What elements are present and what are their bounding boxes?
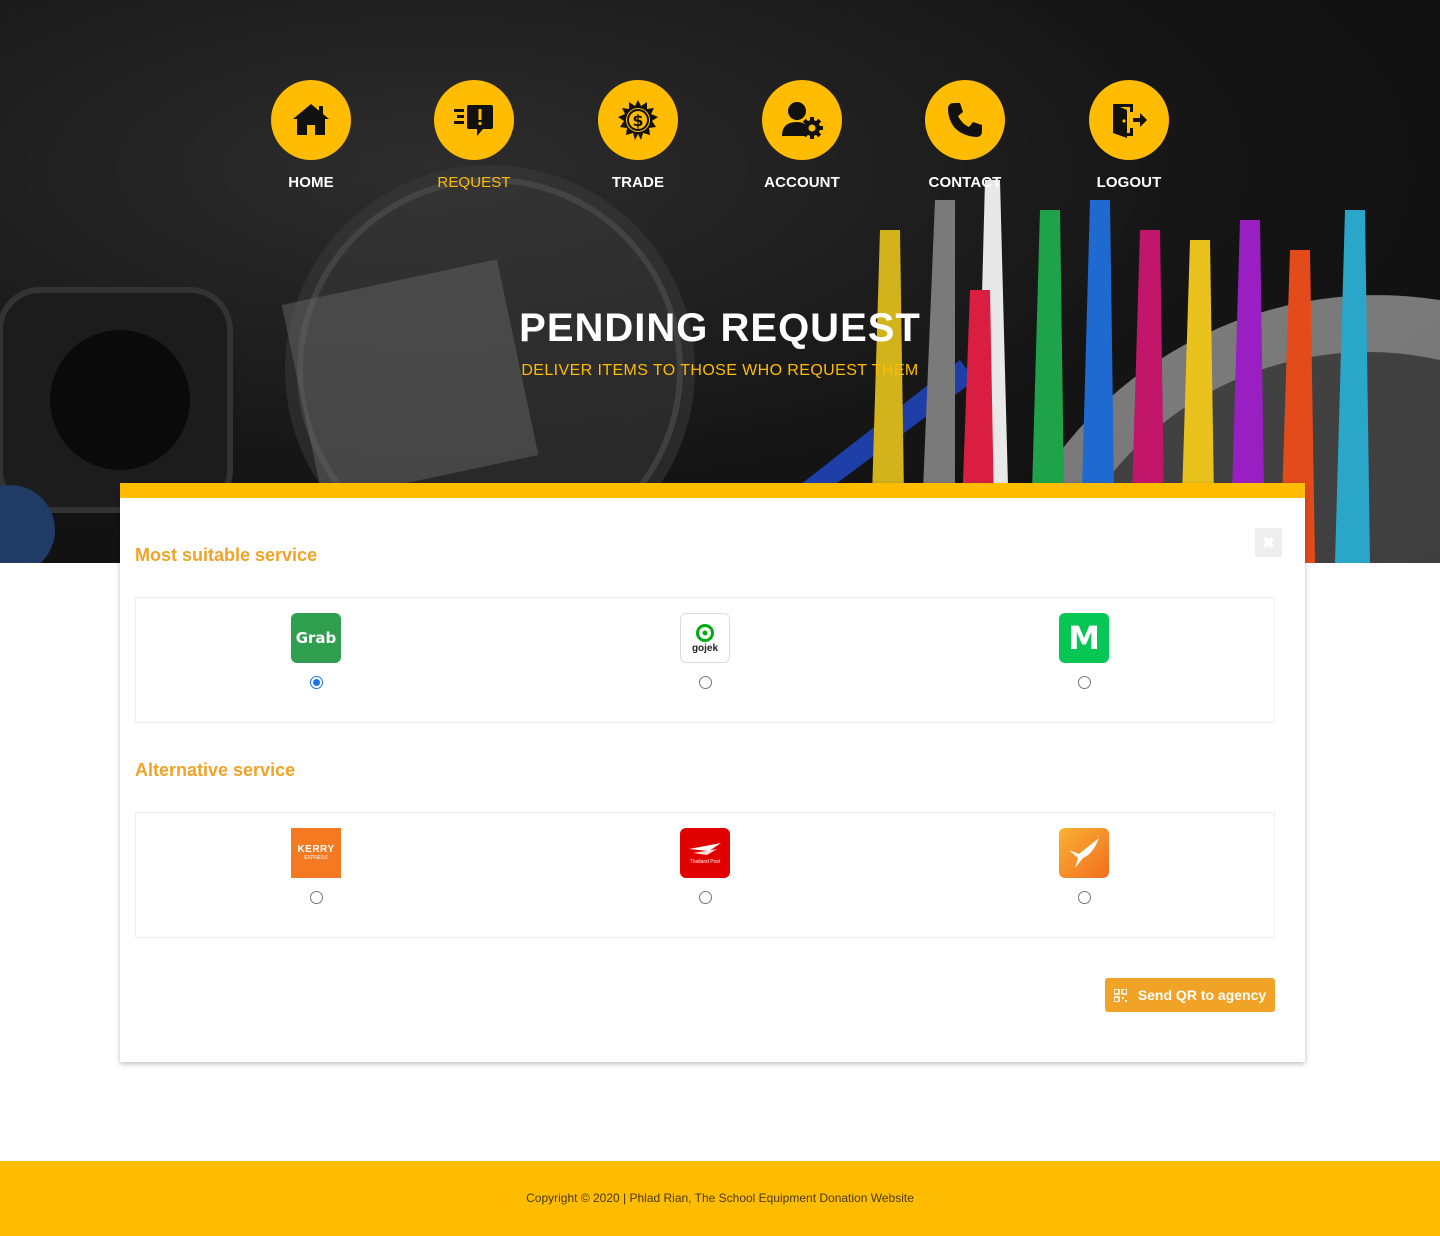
gojek-mark-icon xyxy=(696,623,714,642)
bird-icon xyxy=(1069,838,1099,868)
nav-logout-circle xyxy=(1089,80,1169,160)
kerry-logo-text: KERRY xyxy=(297,844,335,855)
footer: Copyright © 2020 | Phlad Rian, The Schoo… xyxy=(0,1161,1440,1236)
money-gear-icon: $ xyxy=(618,100,658,140)
gojek-radio[interactable] xyxy=(698,676,712,689)
kerry-logo-subtext: EXPRESS xyxy=(304,855,328,861)
option-kerry[interactable]: KERRY EXPRESS xyxy=(286,828,346,904)
close-icon: ✖ xyxy=(1262,534,1275,552)
most-suitable-title: Most suitable service xyxy=(135,545,318,565)
lineman-radio[interactable] xyxy=(1077,676,1091,689)
option-lineman[interactable]: M xyxy=(1054,613,1114,689)
nav-trade-circle: $ xyxy=(598,80,678,160)
home-icon xyxy=(293,104,329,135)
grab-logo-text: Grab xyxy=(295,629,337,647)
nav-trade-label: TRADE xyxy=(611,174,665,191)
main-nav: HOME REQUEST $ TRADE ACCOUNT CONTACT LOG… xyxy=(229,80,1211,200)
nav-contact-circle xyxy=(925,80,1005,160)
option-grab[interactable]: Grab xyxy=(286,613,346,689)
svg-text:$: $ xyxy=(632,111,643,130)
logout-icon xyxy=(1113,104,1147,138)
nav-account-circle xyxy=(762,80,842,160)
lineman-logo-text: M xyxy=(1068,619,1100,657)
nav-account-label: ACCOUNT xyxy=(764,174,840,191)
nav-home[interactable]: HOME xyxy=(229,80,393,200)
footer-copyright: Copyright © 2020 | Phlad Rian, The Schoo… xyxy=(526,1191,914,1205)
flash-logo xyxy=(1059,828,1109,878)
nav-contact[interactable]: CONTACT xyxy=(883,80,1047,200)
most-suitable-options: Grab gojek M xyxy=(135,597,1275,723)
gojek-logo: gojek xyxy=(680,613,730,663)
nav-home-circle xyxy=(271,80,351,160)
page-title: PENDING REQUEST xyxy=(519,306,921,350)
service-card: ✖ Most suitable service Grab gojek M Alt… xyxy=(120,483,1305,1062)
grab-logo: Grab xyxy=(291,613,341,663)
send-qr-label: Send QR to agency xyxy=(1137,987,1267,1003)
page-subtitle: DELIVER ITEMS TO THOSE WHO REQUEST THEM xyxy=(521,362,919,379)
kerry-logo: KERRY EXPRESS xyxy=(291,828,341,878)
flash-radio[interactable] xyxy=(1077,891,1091,904)
qr-icon xyxy=(1113,988,1127,1002)
nav-logout[interactable]: LOGOUT xyxy=(1047,80,1211,200)
option-gojek[interactable]: gojek xyxy=(675,613,735,689)
user-gear-icon xyxy=(782,102,823,139)
lineman-logo: M xyxy=(1059,613,1109,663)
nav-home-label: HOME xyxy=(288,174,334,191)
gojek-logo-text: gojek xyxy=(691,642,719,654)
alternative-options: KERRY EXPRESS Thailand Post xyxy=(135,812,1275,938)
grab-radio[interactable] xyxy=(309,676,323,689)
thaipost-radio[interactable] xyxy=(698,891,712,904)
thaipost-logo-text: Thailand Post xyxy=(689,858,721,865)
nav-trade[interactable]: $ TRADE xyxy=(556,80,720,200)
option-flash[interactable] xyxy=(1054,828,1114,904)
request-icon xyxy=(454,105,493,136)
close-button[interactable]: ✖ xyxy=(1255,528,1282,557)
nav-request[interactable]: REQUEST xyxy=(392,80,556,200)
phone-icon xyxy=(948,103,982,137)
nav-contact-label: CONTACT xyxy=(928,174,1002,191)
nav-request-label: REQUEST xyxy=(437,174,511,191)
nav-account[interactable]: ACCOUNT xyxy=(720,80,884,200)
option-thaipost[interactable]: Thailand Post xyxy=(675,828,735,904)
nav-logout-label: LOGOUT xyxy=(1096,174,1162,191)
thaipost-wing-icon xyxy=(689,842,721,855)
alternative-title: Alternative service xyxy=(135,760,296,780)
send-qr-button[interactable]: Send QR to agency xyxy=(1105,978,1275,1012)
hero-banner: HOME REQUEST $ TRADE ACCOUNT CONTACT LOG… xyxy=(0,0,1440,563)
nav-request-circle xyxy=(434,80,514,160)
kerry-radio[interactable] xyxy=(309,891,323,904)
thaipost-logo: Thailand Post xyxy=(680,828,730,878)
